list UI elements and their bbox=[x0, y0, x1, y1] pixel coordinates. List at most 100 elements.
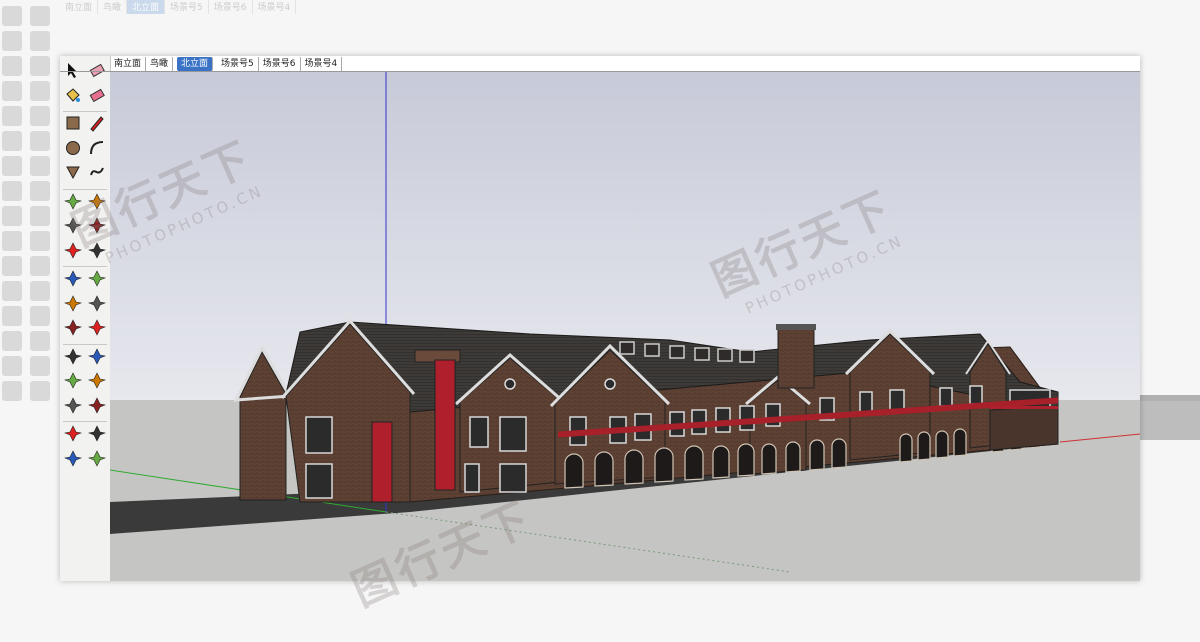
bg-tool-icon bbox=[2, 56, 22, 76]
scale-icon[interactable] bbox=[64, 241, 82, 259]
bg-tool-icon bbox=[30, 56, 50, 76]
tab-scene-5[interactable]: 场景号5 bbox=[217, 56, 259, 71]
rotate-icon-glyph bbox=[64, 217, 82, 234]
zoom-window-icon[interactable] bbox=[88, 371, 106, 389]
3d-viewport[interactable] bbox=[110, 72, 1140, 581]
section-plane-icon[interactable] bbox=[88, 449, 106, 467]
axes-icon-glyph bbox=[64, 319, 82, 336]
right-wing-red-trim bbox=[990, 406, 1058, 409]
position-camera-icon[interactable] bbox=[64, 424, 82, 442]
move-icon[interactable] bbox=[64, 192, 82, 210]
arc-icon-glyph bbox=[90, 140, 104, 154]
circle-icon-glyph bbox=[66, 140, 80, 155]
rectangle-icon-glyph bbox=[66, 116, 80, 130]
3d-text-icon[interactable] bbox=[88, 318, 106, 336]
right-wing bbox=[989, 405, 1059, 451]
move-icon-glyph bbox=[64, 192, 82, 210]
bg-tool-icon bbox=[2, 331, 22, 351]
bg-tool-icon bbox=[2, 281, 22, 301]
dimension-icon-glyph bbox=[88, 270, 106, 287]
select-icon[interactable] bbox=[64, 61, 82, 79]
oculus-window bbox=[604, 378, 616, 390]
zoom-icon-glyph bbox=[64, 372, 82, 389]
bg-tool-icon bbox=[2, 6, 22, 26]
bg-tab: 场景号6 bbox=[209, 0, 253, 14]
bg-tool-icon bbox=[2, 306, 22, 326]
bg-tool-icon bbox=[2, 256, 22, 276]
center-tower bbox=[777, 327, 815, 389]
tab-south-elevation[interactable]: 南立面 bbox=[110, 56, 147, 71]
pan-icon[interactable] bbox=[88, 347, 106, 365]
look-around-icon[interactable] bbox=[88, 424, 106, 442]
paint-bucket-icon[interactable] bbox=[64, 86, 82, 104]
position-camera-icon-glyph bbox=[64, 425, 82, 442]
bg-tool-icon bbox=[30, 81, 50, 101]
eraser-icon[interactable] bbox=[88, 61, 106, 79]
bg-tool-icon bbox=[30, 106, 50, 126]
red-panel bbox=[371, 421, 393, 503]
model-scene bbox=[110, 72, 1140, 581]
section-plane-icon-glyph bbox=[88, 449, 106, 467]
toolbar-separator bbox=[63, 343, 107, 345]
offset-icon[interactable] bbox=[88, 241, 106, 259]
text-icon[interactable] bbox=[88, 294, 106, 312]
protractor-icon[interactable] bbox=[64, 294, 82, 312]
background-tab-bar: 南立面 鸟瞰 北立面 场景号5 场景号6 场景号4 bbox=[60, 0, 297, 14]
follow-me-icon-glyph bbox=[88, 217, 106, 234]
walk-icon[interactable] bbox=[64, 449, 82, 467]
bg-tool-icon bbox=[2, 356, 22, 376]
push-pull-icon-glyph bbox=[88, 192, 106, 210]
toolbar-separator bbox=[63, 421, 107, 422]
dimension-icon[interactable] bbox=[88, 269, 106, 287]
tab-scene-6[interactable]: 场景号6 bbox=[259, 56, 301, 71]
rectangle-icon[interactable] bbox=[64, 114, 82, 132]
bg-tool-icon bbox=[30, 131, 50, 151]
eraser-icon-glyph bbox=[89, 63, 105, 78]
freehand-icon[interactable] bbox=[88, 163, 106, 181]
bg-tool-icon bbox=[30, 381, 50, 401]
bg-tool-icon bbox=[2, 381, 22, 401]
zoom-window-icon-glyph bbox=[88, 372, 106, 389]
background-toolbar bbox=[0, 2, 58, 502]
bg-tool-icon bbox=[30, 281, 50, 301]
orbit-icon[interactable] bbox=[64, 347, 82, 365]
bg-tool-icon bbox=[2, 231, 22, 251]
tab-scene-4[interactable]: 场景号4 bbox=[301, 56, 343, 71]
bg-tool-icon bbox=[30, 6, 50, 26]
scene-tab-bar: 南立面 鸟瞰 北立面 场景号5 场景号6 场景号4 bbox=[110, 56, 343, 71]
follow-me-icon[interactable] bbox=[88, 216, 106, 234]
previous-view-icon-glyph bbox=[88, 396, 106, 414]
bg-tool-icon bbox=[30, 181, 50, 201]
bg-tool-icon bbox=[30, 256, 50, 276]
bg-tool-icon bbox=[2, 181, 22, 201]
zoom-extents-icon-glyph bbox=[64, 396, 82, 414]
offset-icon-glyph bbox=[88, 241, 106, 259]
zoom-icon[interactable] bbox=[64, 371, 82, 389]
tape-measure-icon[interactable] bbox=[64, 269, 82, 287]
push-pull-icon[interactable] bbox=[88, 192, 106, 210]
bg-tool-icon bbox=[2, 131, 22, 151]
arc-icon[interactable] bbox=[88, 139, 106, 157]
large-toolset-toolbar bbox=[60, 56, 111, 581]
bg-tool-icon bbox=[2, 31, 22, 51]
polygon-icon[interactable] bbox=[64, 163, 82, 181]
axes-icon[interactable] bbox=[64, 318, 82, 336]
3d-text-icon-glyph bbox=[88, 319, 106, 336]
zoom-extents-icon[interactable] bbox=[64, 396, 82, 414]
pencil-icon[interactable] bbox=[88, 114, 106, 132]
scale-icon-glyph bbox=[64, 241, 82, 259]
rotate-icon[interactable] bbox=[64, 216, 82, 234]
protractor-icon-glyph bbox=[64, 294, 82, 312]
bg-tool-icon bbox=[30, 31, 50, 51]
circle-icon[interactable] bbox=[64, 139, 82, 157]
tab-north-elevation[interactable]: 北立面 bbox=[177, 56, 214, 71]
previous-view-icon[interactable] bbox=[88, 396, 106, 414]
bg-tool-icon bbox=[2, 156, 22, 176]
toolbar-separator bbox=[63, 266, 107, 267]
eraser-pink-icon[interactable] bbox=[88, 86, 106, 104]
bg-tab: 南立面 bbox=[60, 0, 99, 14]
orbit-icon-glyph bbox=[64, 347, 82, 365]
tab-aerial-view[interactable]: 鸟瞰 bbox=[146, 56, 174, 71]
polygon-icon-glyph bbox=[66, 166, 80, 180]
toolbar-separator bbox=[63, 188, 107, 190]
